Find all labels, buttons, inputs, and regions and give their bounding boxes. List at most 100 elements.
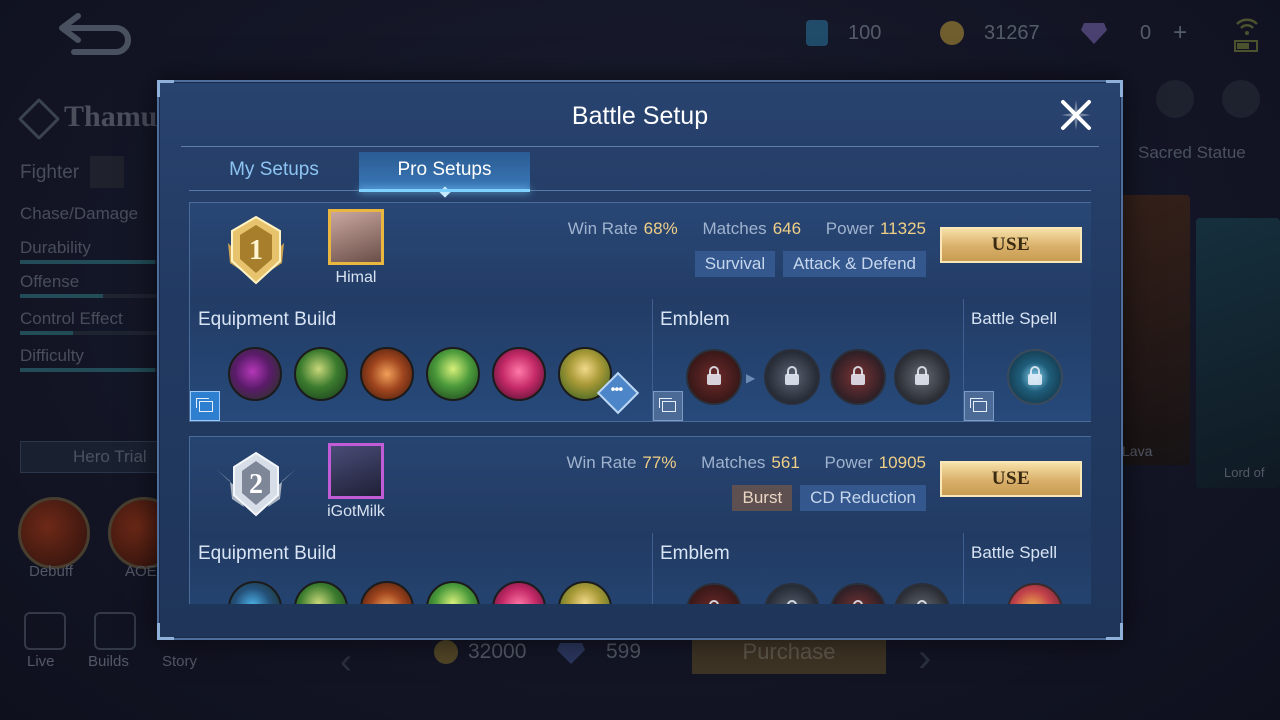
grey-shield-emblem-icon[interactable] [894,349,950,405]
offense-bar [20,294,170,298]
player-name: Himal [335,269,377,286]
fullscreen-icon[interactable] [1222,80,1260,118]
skill-aoe-label: AOE [125,563,157,580]
player-name: iGotMilk [327,503,385,520]
gold-counter: 31267 [940,18,1040,48]
copy-emblem-button[interactable] [653,391,683,421]
tag-badge: Burst [732,485,793,511]
emblem-arrow-icon: ▶ [746,371,756,385]
hero-trial-label: Hero Trial [73,447,147,466]
grey-dash-emblem-icon[interactable] [764,349,820,405]
nav-live[interactable]: Live [27,653,55,670]
matches-label: Matches [701,453,766,472]
rank-1-gold-badge-icon: 1 [212,215,300,285]
trait-chase-damage: Chase/Damage [20,204,139,223]
next-arrow-icon[interactable]: › [918,636,931,681]
price-gold: 32000 [468,640,527,663]
bronze-blade-icon[interactable] [360,581,414,604]
lock-icon [915,366,929,385]
skill-debuff-icon[interactable] [18,497,90,569]
skill-debuff-label: Debuff [29,563,73,580]
player-avatar[interactable] [328,443,384,499]
green-claw-icon[interactable] [426,581,480,604]
red-emblem-icon[interactable] [686,583,742,604]
battle-spell-label: Battle Spell [971,543,1057,562]
red-swords-emblem-icon[interactable] [830,583,886,604]
purple-boots-icon[interactable] [228,347,282,401]
back-arrow-icon[interactable] [56,8,136,58]
section-divider [963,533,964,604]
green-claw-icon[interactable] [426,347,480,401]
top-bar: 100 31267 0 + [0,0,1280,70]
durability-bar [20,260,170,264]
close-icon[interactable] [1057,96,1095,134]
nav-story[interactable]: Story [162,653,197,670]
frame-corner [1106,80,1123,97]
grey-dash-emblem-icon[interactable] [764,583,820,604]
use-button[interactable]: USE [940,461,1082,497]
win-rate-value: 68% [643,219,678,238]
pro-setup-card: 2 iGotMilk Win Rate 77% Matches 561 Power 1… [189,436,1091,604]
player-avatar[interactable] [328,209,384,265]
red-swords-emblem-icon[interactable] [830,349,886,405]
rank-number: 1 [249,235,263,266]
copy-spell-button[interactable] [964,391,994,421]
pro-setup-card: 1 Himal Win Rate 68% Matches 646 Power 1132… [189,202,1091,422]
lock-icon [785,366,799,385]
tag-badge: Survival [694,251,776,277]
trait-difficulty: Difficulty [20,346,84,365]
win-rate-label: Win Rate [566,453,637,472]
tag-badge: Attack & Defend [783,251,926,277]
equipment-build-label: Equipment Build [198,309,337,330]
setup-tags: Burst CD Reduction [732,485,926,511]
role-emblem-icon [90,156,124,188]
setup-tags: Survival Attack & Defend [694,251,926,277]
power-label: Power [824,453,873,472]
matches-value: 646 [772,219,802,238]
emblem-label: Emblem [660,543,730,564]
gold-coin-icon [940,21,964,45]
sound-icon[interactable] [1156,80,1194,118]
crimson-wings-icon[interactable] [492,581,546,604]
gold-helm-icon[interactable] [558,581,612,604]
hero-trial-button[interactable]: Hero Trial [20,441,162,473]
bronze-blade-icon[interactable] [360,347,414,401]
live-icon[interactable] [24,612,66,650]
crimson-wings-icon[interactable] [492,347,546,401]
prev-arrow-icon[interactable]: ‹ [340,640,352,682]
use-button[interactable]: USE [940,227,1082,263]
add-diamond-button[interactable]: + [1173,19,1187,47]
equipment-items [228,581,612,604]
setup-stats: Win Rate 77% Matches 561 Power 10905 [566,453,926,473]
tab-my-setups[interactable]: My Setups [189,152,359,190]
green-scythe-icon[interactable] [294,581,348,604]
price-gold-icon [434,640,458,664]
hero-role-icon [17,97,61,141]
hero-role: Fighter [20,162,80,183]
tab-pro-setups[interactable]: Pro Setups [359,152,530,198]
vengeance-spell-icon[interactable] [1007,349,1063,405]
red-emblem-icon[interactable] [686,349,742,405]
tag-badge: CD Reduction [800,485,926,511]
copy-equipment-button[interactable] [190,391,220,421]
power-value: 10905 [878,453,926,472]
diamond-counter: 0 + [1080,18,1187,48]
blue-boots-icon[interactable] [228,581,282,604]
equipment-items [228,347,612,401]
lock-icon [851,366,865,385]
nav-builds[interactable]: Builds [88,653,129,670]
execute-spell-icon[interactable] [1007,583,1063,604]
grey-shield-emblem-icon[interactable] [894,583,950,604]
trait-offense: Offense [20,272,80,291]
green-scythe-icon[interactable] [294,347,348,401]
difficulty-bar [20,368,170,372]
battle-spell-label: Battle Spell [971,309,1057,328]
setup-list[interactable]: 1 Himal Win Rate 68% Matches 646 Power 1132… [189,202,1091,604]
matches-value: 561 [771,453,800,472]
ticket-counter: 100 [806,18,881,48]
sacred-statue-tab[interactable]: Sacred Statue [1138,143,1246,163]
builds-icon[interactable] [94,612,136,650]
win-rate-label: Win Rate [567,219,638,238]
frame-corner [157,80,174,97]
skin-card-lord[interactable]: Lord of [1196,218,1280,488]
